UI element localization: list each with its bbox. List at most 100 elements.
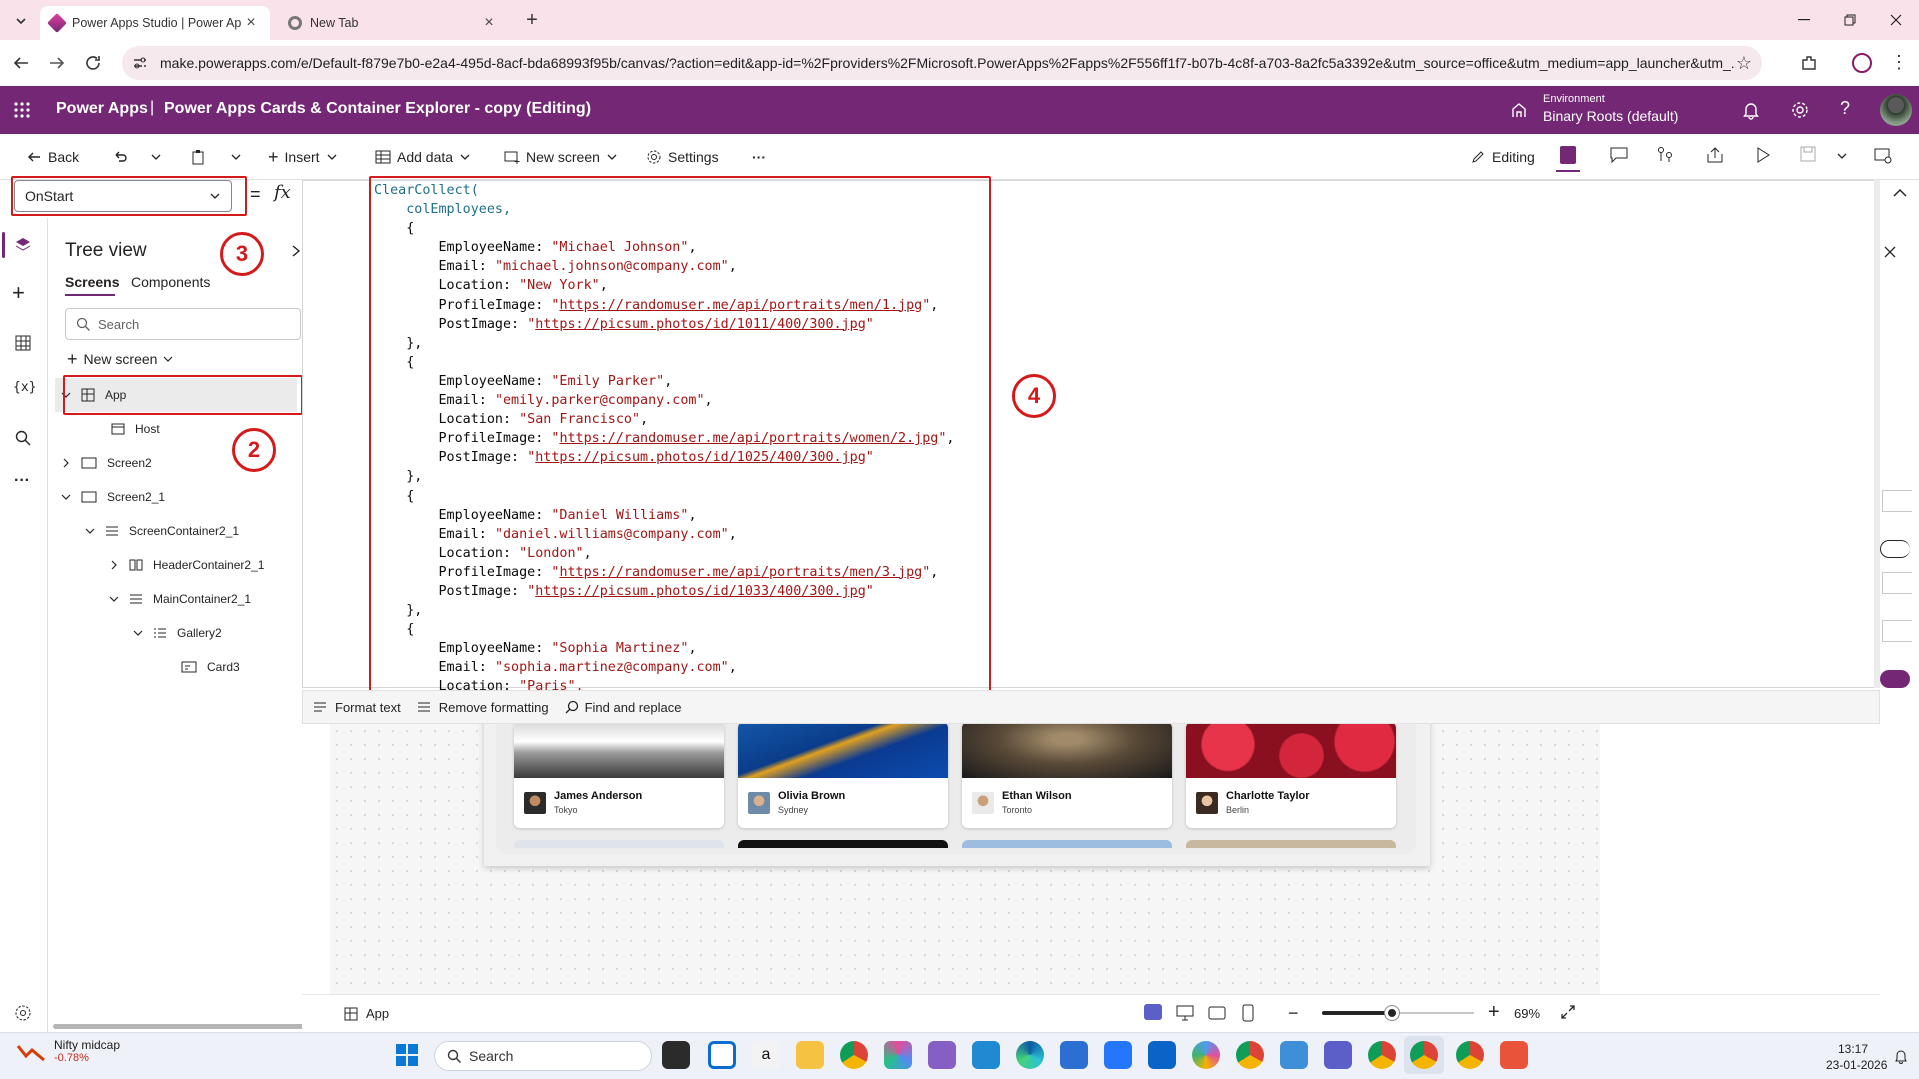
tree-item-host[interactable]: Host xyxy=(55,412,160,446)
copilot-app-icon[interactable] xyxy=(1192,1041,1220,1069)
extensions-icon[interactable] xyxy=(1800,54,1818,72)
fx-icon[interactable]: fx xyxy=(274,182,291,203)
insert-plus-icon[interactable]: + xyxy=(12,280,25,306)
notifications-icon[interactable] xyxy=(1742,100,1760,120)
share-icon[interactable] xyxy=(1706,146,1724,164)
chevron-down-icon[interactable] xyxy=(109,594,119,604)
property-field-stub[interactable] xyxy=(1882,490,1912,512)
paste-dropdown[interactable] xyxy=(230,145,242,169)
product-name[interactable]: Power Apps xyxy=(56,100,148,118)
close-window-button[interactable] xyxy=(1873,0,1919,40)
avatar[interactable] xyxy=(1880,94,1912,126)
clock-time[interactable]: 13:17 xyxy=(1838,1042,1868,1056)
zoom-out-button[interactable]: − xyxy=(1288,1003,1299,1024)
gallery-card[interactable]: James Anderson Tokyo xyxy=(514,722,724,828)
back-arrow-icon[interactable] xyxy=(12,54,30,72)
new-screen-button[interactable]: New screen xyxy=(504,145,618,169)
settings-button[interactable]: Settings xyxy=(646,145,719,169)
chrome-icon[interactable] xyxy=(840,1041,868,1069)
more-options-icon[interactable]: ··· xyxy=(14,472,30,490)
tree-view-layers-icon[interactable] xyxy=(14,236,32,254)
editor-scrollbar[interactable] xyxy=(1874,180,1880,688)
phone-preview-icon[interactable] xyxy=(1242,1004,1254,1022)
zoom-in-button[interactable]: + xyxy=(1488,1001,1500,1024)
add-data-button[interactable]: Add data xyxy=(375,145,471,169)
chrome-profile-icon[interactable] xyxy=(1410,1041,1438,1069)
more-commands-button[interactable]: ··· xyxy=(752,145,766,169)
edge-icon[interactable] xyxy=(1016,1041,1044,1069)
gallery-card[interactable]: Ethan Wilson Toronto xyxy=(962,722,1172,828)
screen-breadcrumb[interactable]: App xyxy=(344,1006,389,1021)
address-bar[interactable]: make.powerapps.com/e/Default-f879e7b0-e2… xyxy=(122,46,1762,80)
restore-button[interactable] xyxy=(1827,0,1873,40)
star-icon[interactable]: ☆ xyxy=(1736,53,1752,74)
tab-search-icon[interactable] xyxy=(10,10,32,32)
start-button[interactable] xyxy=(396,1044,418,1066)
collapse-panel-icon[interactable] xyxy=(291,244,301,258)
teams-preview-icon[interactable] xyxy=(1144,1004,1162,1020)
tablet-preview-icon[interactable] xyxy=(1208,1006,1226,1020)
editing-mode-button[interactable]: Editing xyxy=(1470,145,1535,169)
tree-item-gallery2[interactable]: Gallery2 xyxy=(55,616,222,650)
tree-item-screencontainer[interactable]: ScreenContainer2_1 xyxy=(55,514,239,548)
reload-icon[interactable] xyxy=(84,54,102,72)
tree-item-screen2-1[interactable]: Screen2_1 xyxy=(55,480,165,514)
chevron-down-icon[interactable] xyxy=(61,492,71,502)
teams-icon[interactable] xyxy=(1324,1041,1352,1069)
preview-play-icon[interactable] xyxy=(1755,146,1771,164)
property-field-stub[interactable] xyxy=(1882,620,1912,642)
task-view-icon[interactable] xyxy=(662,1041,690,1069)
close-icon[interactable]: × xyxy=(242,14,260,32)
remove-formatting-button[interactable]: Remove formatting xyxy=(417,700,549,715)
gallery-card[interactable]: Charlotte Taylor Berlin xyxy=(1186,722,1396,828)
save-dropdown[interactable] xyxy=(1836,150,1848,162)
paste-button[interactable] xyxy=(190,145,206,169)
minimize-button[interactable] xyxy=(1781,0,1827,40)
search-icon[interactable] xyxy=(15,430,31,446)
back-button[interactable]: Back xyxy=(26,145,79,169)
property-field-stub[interactable] xyxy=(1882,572,1912,594)
comments-icon[interactable] xyxy=(1610,147,1628,163)
help-icon[interactable]: ? xyxy=(1840,98,1850,119)
data-table-icon[interactable] xyxy=(15,335,31,351)
tree-item-card3[interactable]: Card3 xyxy=(55,650,240,684)
tree-item-headercontainer[interactable]: HeaderContainer2_1 xyxy=(55,548,264,582)
insert-button[interactable]: + Insert xyxy=(268,145,338,169)
app-launcher-icon[interactable] xyxy=(14,102,30,118)
save-icon[interactable] xyxy=(1800,146,1816,162)
new-screen-tree-button[interactable]: + New screen xyxy=(67,344,173,374)
outlook-icon[interactable] xyxy=(1148,1041,1176,1069)
undo-button[interactable] xyxy=(112,145,128,169)
new-tab-button[interactable]: + xyxy=(520,8,544,32)
file-explorer-icon[interactable] xyxy=(796,1041,824,1069)
chrome-profile-icon[interactable] xyxy=(1456,1041,1484,1069)
dropbox-icon[interactable] xyxy=(1104,1041,1132,1069)
toggle-off-stub[interactable] xyxy=(1880,540,1910,558)
environment-value[interactable]: Binary Roots (default) xyxy=(1543,108,1678,124)
copilot-icon[interactable] xyxy=(1656,146,1674,164)
m365-icon[interactable] xyxy=(884,1041,912,1069)
app-checker-icon[interactable] xyxy=(1560,146,1576,164)
toggle-on-stub[interactable] xyxy=(1880,670,1910,688)
chevron-down-icon[interactable] xyxy=(133,628,143,638)
vscode-icon[interactable] xyxy=(972,1041,1000,1069)
forward-arrow-icon[interactable] xyxy=(48,54,66,72)
notepad-icon[interactable] xyxy=(1280,1041,1308,1069)
format-text-button[interactable]: Format text xyxy=(313,700,401,715)
settings-gear-icon[interactable] xyxy=(14,1004,32,1022)
site-info-icon[interactable] xyxy=(132,55,148,71)
desktop-preview-icon[interactable] xyxy=(1176,1005,1194,1021)
tab-power-apps[interactable]: Power Apps Studio | Power Apps × xyxy=(40,6,270,40)
visual-studio-icon[interactable] xyxy=(928,1041,956,1069)
undo-dropdown[interactable] xyxy=(150,145,162,169)
taskbar-search-input[interactable]: Search xyxy=(434,1041,652,1071)
publish-icon[interactable] xyxy=(1874,146,1892,164)
store-icon[interactable] xyxy=(1060,1041,1088,1069)
settings-gear-icon[interactable] xyxy=(1790,100,1810,120)
find-replace-button[interactable]: Find and replace xyxy=(565,700,681,715)
zoom-slider[interactable] xyxy=(1322,1006,1474,1020)
notification-bell-icon[interactable] xyxy=(1894,1048,1908,1064)
chrome-profile-icon[interactable] xyxy=(1368,1041,1396,1069)
chevron-right-icon[interactable] xyxy=(109,560,119,570)
chevron-right-icon[interactable] xyxy=(61,458,71,468)
